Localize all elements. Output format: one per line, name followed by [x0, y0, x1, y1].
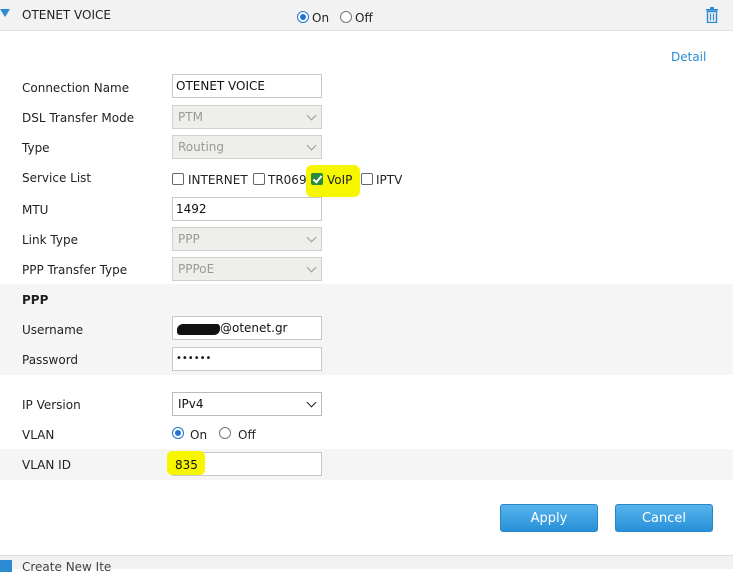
vlan-id-row: [0, 449, 733, 480]
username-redaction: [177, 324, 220, 335]
header-off-label: Off: [355, 11, 373, 25]
username-label: Username: [22, 323, 84, 337]
chevron-down-icon: [306, 232, 317, 243]
connection-name-input[interactable]: [172, 74, 322, 98]
vlan-id-value: 835: [175, 458, 198, 472]
link-type-select[interactable]: PPP: [172, 227, 322, 251]
plus-icon[interactable]: [0, 560, 12, 572]
ip-version-value: IPv4: [178, 397, 204, 411]
vlan-off-radio[interactable]: [219, 427, 231, 439]
iptv-label: IPTV: [376, 173, 403, 187]
type-select[interactable]: Routing: [172, 135, 322, 159]
vlan-label: VLAN: [22, 428, 55, 442]
internet-label: INTERNET: [188, 173, 248, 187]
ppp-section-title: PPP: [22, 293, 49, 307]
chevron-down-icon: [306, 397, 317, 408]
mtu-input[interactable]: [172, 197, 322, 221]
ppp-section: [0, 284, 733, 375]
password-label: Password: [22, 353, 79, 367]
type-label: Type: [22, 141, 50, 155]
tr069-checkbox[interactable]: [253, 173, 265, 185]
connection-name-label: Connection Name: [22, 81, 130, 95]
connection-title: OTENET VOICE: [22, 8, 112, 22]
internet-checkbox[interactable]: [172, 173, 184, 185]
username-value: @otenet.gr: [220, 321, 288, 335]
link-type-label: Link Type: [22, 233, 78, 247]
dsl-transfer-mode-select[interactable]: PTM: [172, 105, 322, 129]
vlan-on-label: On: [190, 428, 208, 442]
link-type-value: PPP: [178, 232, 200, 246]
vlan-id-input[interactable]: 835: [167, 451, 322, 476]
chevron-down-icon: [306, 110, 317, 121]
ip-version-select[interactable]: IPv4: [172, 392, 322, 416]
apply-button[interactable]: Apply: [500, 504, 598, 532]
ip-version-label: IP Version: [22, 398, 81, 412]
dsl-transfer-mode-label: DSL Transfer Mode: [22, 111, 135, 125]
chevron-down-icon: [306, 262, 317, 273]
vlan-off-label: Off: [238, 428, 256, 442]
vlan-id-label: VLAN ID: [22, 458, 71, 472]
password-input[interactable]: ••••••: [172, 347, 322, 371]
collapse-triangle-icon[interactable]: [0, 9, 10, 17]
trash-icon[interactable]: [705, 7, 719, 23]
header-on-label: On: [312, 11, 330, 25]
type-value: Routing: [178, 140, 225, 154]
mtu-label: MTU: [22, 203, 49, 217]
service-list-label: Service List: [22, 171, 92, 185]
header-off-radio[interactable]: [340, 11, 352, 23]
cancel-button[interactable]: Cancel: [615, 504, 713, 532]
ppp-transfer-type-select[interactable]: PPPoE: [172, 257, 322, 281]
ppp-transfer-type-value: PPPoE: [178, 262, 215, 276]
iptv-checkbox[interactable]: [361, 173, 373, 185]
ppp-transfer-type-label: PPP Transfer Type: [22, 263, 128, 277]
chevron-down-icon: [306, 140, 317, 151]
username-input[interactable]: @otenet.gr: [172, 316, 322, 340]
tr069-label: TR069: [268, 173, 307, 187]
voip-label: VoIP: [327, 173, 353, 187]
detail-link[interactable]: Detail: [671, 50, 706, 64]
voip-checkbox[interactable]: [311, 173, 323, 185]
header-on-radio[interactable]: [297, 11, 309, 23]
create-new-label[interactable]: Create New Ite: [22, 560, 111, 574]
vlan-on-radio[interactable]: [172, 427, 184, 439]
dsl-transfer-mode-value: PTM: [178, 110, 203, 124]
